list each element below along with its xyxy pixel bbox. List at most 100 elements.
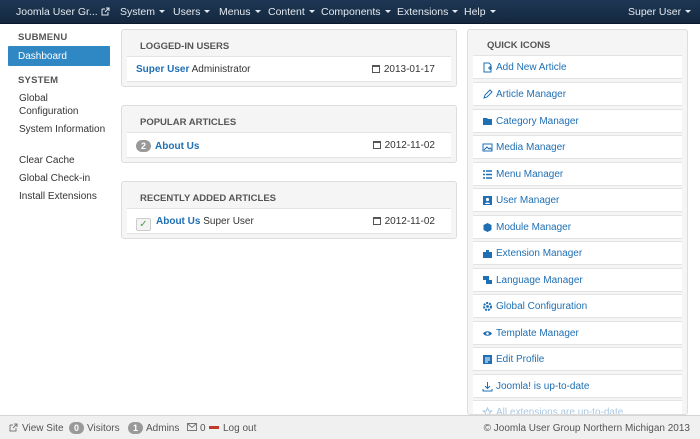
quick-icon-extensions-update[interactable]: All extensions are up-to-date	[473, 400, 682, 415]
quick-icon-user-manager[interactable]: User Manager	[473, 188, 682, 212]
quick-icon-label: Extension Manager	[496, 248, 583, 259]
caret-down-icon	[308, 10, 315, 13]
sidebar: SUBMENU Dashboard SYSTEM Global Configur…	[0, 24, 115, 414]
caret-down-icon	[452, 10, 459, 13]
quick-icon-label: Module Manager	[496, 222, 572, 233]
status-bar: View Site 0 Visitors 1 Admins 0 Log out © …	[0, 415, 700, 439]
quick-icon-template-manager[interactable]: Template Manager	[473, 321, 682, 345]
logout-label: Log out	[223, 423, 257, 434]
copyright-text: © Joomla User Group Northern Michigan 20…	[483, 423, 690, 434]
visitors-status: 0 Visitors	[69, 422, 120, 434]
download-icon	[482, 382, 493, 392]
admins-count: 1	[128, 422, 144, 434]
article-date: 2012-11-02	[384, 140, 435, 151]
menu-content-label: Content	[268, 6, 305, 18]
star-icon	[482, 407, 493, 414]
menu-content[interactable]: Content	[268, 6, 315, 18]
sidebar-item-global-configuration[interactable]: Global Configuration	[19, 93, 109, 118]
logout-link[interactable]: Log out	[209, 423, 256, 434]
caret-down-icon	[489, 10, 496, 13]
new-article-icon	[483, 62, 492, 73]
article-link[interactable]: About Us	[156, 216, 200, 227]
panel-title: LOGGED-IN USERS	[140, 41, 230, 52]
logged-in-users-panel: LOGGED-IN USERS Super User Administrator…	[121, 29, 457, 87]
article-link[interactable]: About Us	[155, 141, 199, 152]
user-icon	[483, 196, 492, 205]
quick-icon-add-new-article[interactable]: Add New Article	[473, 55, 682, 79]
quick-icon-label: Article Manager	[496, 89, 567, 100]
quick-icon-global-configuration[interactable]: Global Configuration	[473, 294, 682, 318]
quick-icons-panel: QUICK ICONS Add New Article Article Mana…	[467, 29, 688, 415]
panel-title: QUICK ICONS	[487, 40, 551, 51]
caret-down-icon	[204, 10, 211, 13]
quick-icon-label: Language Manager	[496, 275, 583, 286]
view-site-link[interactable]: View Site	[9, 423, 64, 434]
quick-icon-label: Menu Manager	[496, 169, 564, 180]
quick-icon-media-manager[interactable]: Media Manager	[473, 135, 682, 159]
quick-icon-label: Category Manager	[496, 116, 579, 127]
messages-link[interactable]: 0	[187, 423, 206, 434]
quick-icon-label: Add New Article	[496, 62, 567, 73]
calendar-icon	[372, 217, 381, 225]
site-brand-link[interactable]: Joomla User Gr...	[16, 6, 110, 18]
quick-icon-extension-manager[interactable]: Extension Manager	[473, 241, 682, 265]
sidebar-item-clear-cache[interactable]: Clear Cache	[19, 155, 109, 168]
cube-icon	[483, 223, 492, 232]
menu-system[interactable]: System	[120, 6, 166, 18]
recent-articles-panel: RECENTLY ADDED ARTICLES ✓ About Us Super …	[121, 181, 457, 239]
menu-menus-label: Menus	[219, 6, 251, 18]
menu-help[interactable]: Help	[464, 6, 496, 18]
hits-badge: 2	[136, 140, 152, 152]
top-navbar: Joomla User Gr... System Users Menus Con…	[0, 0, 700, 24]
visitors-label: Visitors	[87, 423, 120, 434]
minus-icon	[209, 426, 219, 429]
system-heading: SYSTEM	[18, 75, 59, 86]
sidebar-item-system-information[interactable]: System Information	[19, 124, 109, 137]
user-link[interactable]: Super User	[136, 64, 189, 75]
admins-label: Admins	[146, 423, 180, 434]
caret-down-icon	[254, 10, 261, 13]
menu-extensions[interactable]: Extensions	[397, 6, 459, 18]
comments-icon	[483, 276, 492, 284]
quick-icon-label: Edit Profile	[496, 354, 545, 365]
article-author: Super User	[203, 216, 254, 227]
quick-icon-category-manager[interactable]: Category Manager	[473, 109, 682, 133]
menu-extensions-label: Extensions	[397, 6, 449, 18]
view-site-label: View Site	[22, 423, 64, 434]
quick-icon-language-manager[interactable]: Language Manager	[473, 268, 682, 292]
external-link-icon	[9, 423, 18, 432]
menu-menus[interactable]: Menus	[219, 6, 261, 18]
quick-icon-menu-manager[interactable]: Menu Manager	[473, 162, 682, 186]
quick-icon-label: Joomla! is up-to-date	[496, 381, 590, 392]
quick-icon-label: Global Configuration	[496, 301, 588, 312]
quick-icon-article-manager[interactable]: Article Manager	[473, 82, 682, 106]
quick-icon-joomla-update[interactable]: Joomla! is up-to-date	[473, 374, 682, 398]
quick-icon-edit-profile[interactable]: Edit Profile	[473, 347, 682, 371]
menu-components[interactable]: Components	[321, 6, 391, 18]
user-menu[interactable]: Super User	[628, 6, 692, 18]
cog-icon	[483, 302, 492, 311]
published-check-icon[interactable]: ✓	[136, 218, 151, 231]
sidebar-item-dashboard[interactable]: Dashboard	[8, 46, 110, 66]
menu-help-label: Help	[464, 6, 486, 18]
quick-icon-label: All extensions are up-to-date	[496, 407, 624, 415]
sidebar-item-install-extensions[interactable]: Install Extensions	[19, 191, 109, 204]
list-item: Super User Administrator 2013-01-17	[127, 56, 451, 82]
user-menu-label: Super User	[628, 6, 682, 18]
article-date: 2012-11-02	[384, 216, 435, 227]
panel-title: RECENTLY ADDED ARTICLES	[140, 193, 277, 204]
folder-icon	[483, 118, 492, 125]
menu-components-label: Components	[321, 6, 381, 18]
list-icon	[483, 170, 492, 179]
list-item: ✓ About Us Super User 2012-11-02	[127, 208, 451, 234]
sidebar-item-global-check-in[interactable]: Global Check-in	[19, 173, 109, 186]
quick-icon-module-manager[interactable]: Module Manager	[473, 215, 682, 239]
image-icon	[482, 143, 493, 152]
panel-title: POPULAR ARTICLES	[140, 117, 237, 128]
menu-users[interactable]: Users	[173, 6, 211, 18]
external-link-icon	[101, 7, 110, 16]
popular-articles-panel: POPULAR ARTICLES 2 About Us 2012-11-02	[121, 105, 457, 163]
profile-icon	[483, 355, 492, 364]
pencil-icon	[483, 89, 493, 99]
calendar-icon	[371, 65, 380, 73]
